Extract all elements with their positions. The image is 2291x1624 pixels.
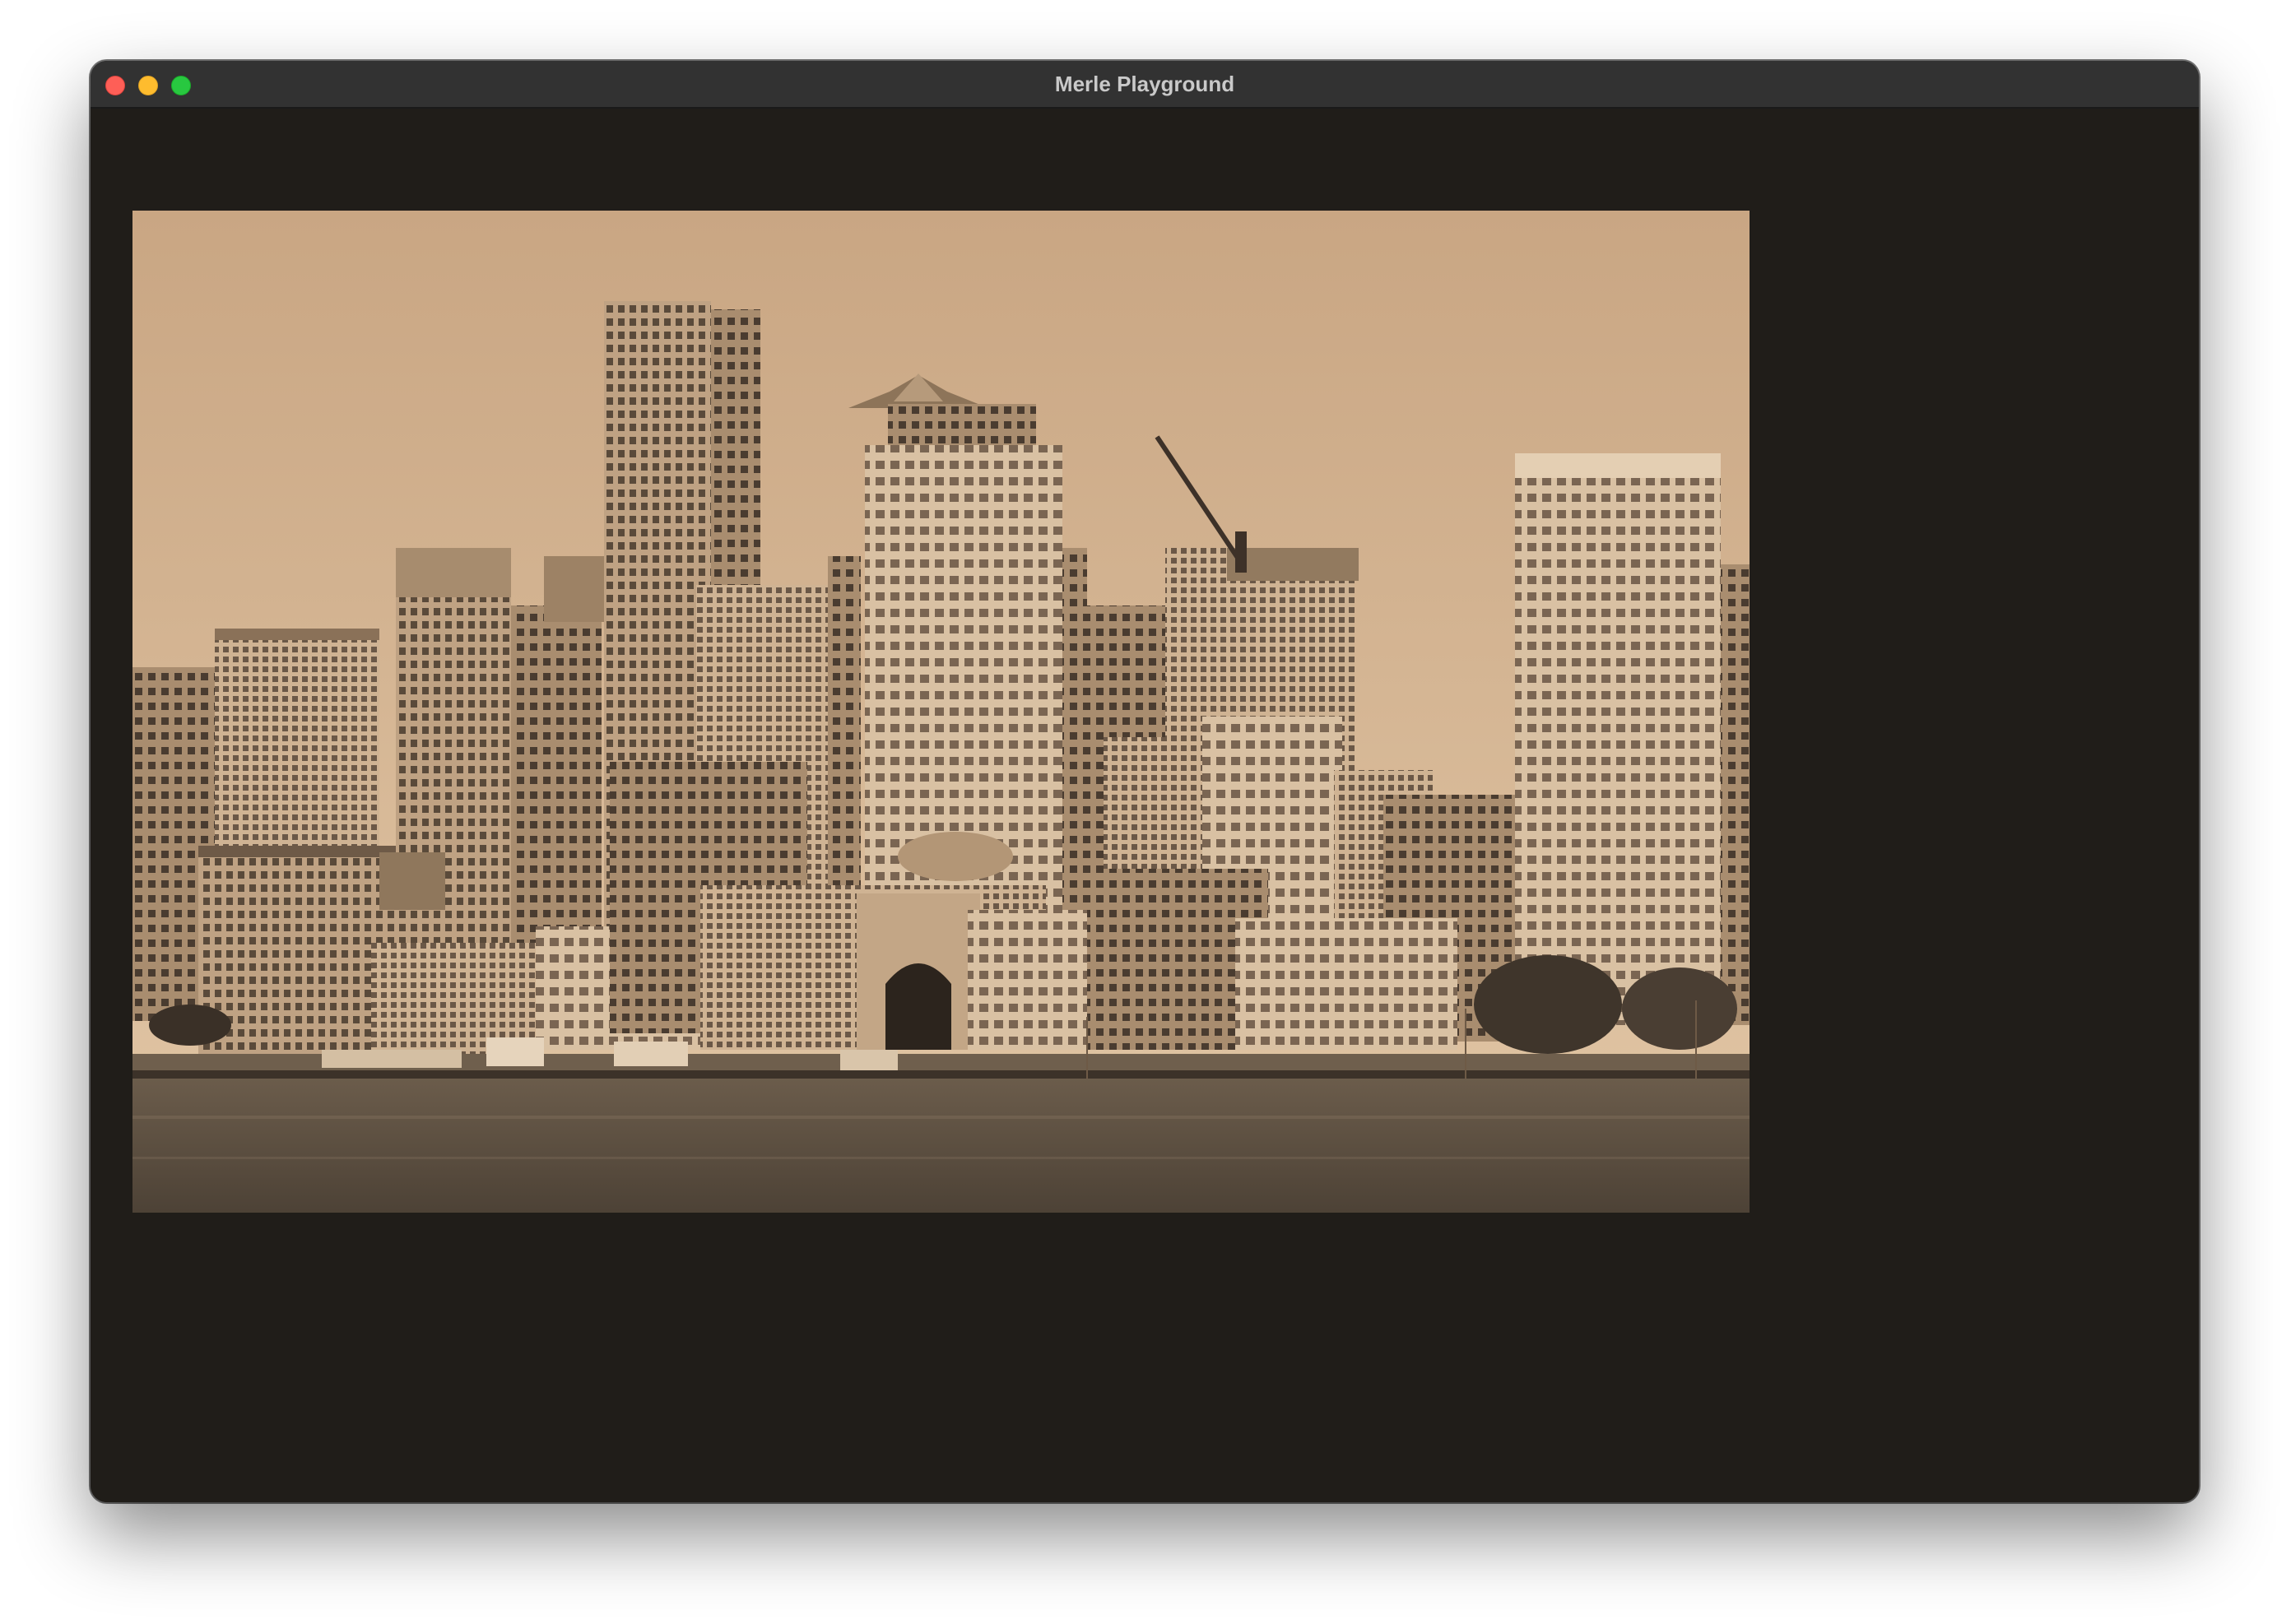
window-title: Merle Playground	[1054, 72, 1235, 96]
sepia-photo	[132, 211, 1750, 1213]
title-bar[interactable]: Merle Playground	[91, 61, 2199, 109]
canvas-area	[91, 109, 2199, 1502]
app-window: Merle Playground	[91, 61, 2199, 1502]
